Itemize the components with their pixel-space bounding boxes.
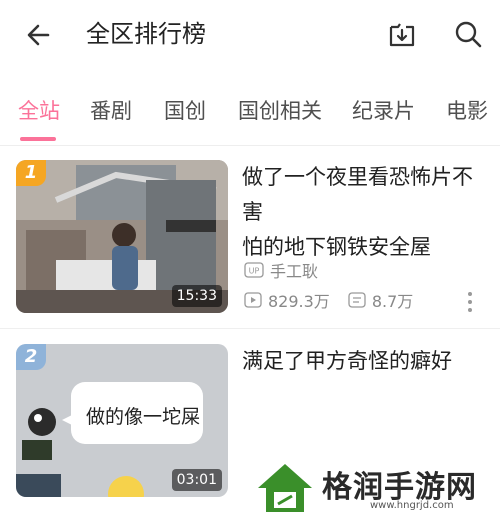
up-badge-icon: UP — [244, 262, 264, 278]
danmaku-icon — [348, 292, 366, 308]
tab-bangumi[interactable]: 番剧 — [90, 96, 132, 126]
site-url: www.hngrjd.com — [370, 500, 454, 511]
svg-text:UP: UP — [249, 267, 260, 276]
tab-all[interactable]: 全站 — [18, 96, 60, 126]
download-icon[interactable] — [386, 18, 418, 50]
author-row[interactable]: UP 手工耿 — [244, 258, 318, 282]
video-title-line1: 做了一个夜里看恐怖片不害 — [242, 165, 473, 224]
tabs-divider — [0, 145, 500, 146]
search-icon[interactable] — [452, 18, 484, 50]
video-thumbnail[interactable]: 1 15:33 — [16, 160, 228, 313]
rank-badge: 1 — [16, 160, 46, 186]
page-title: 全区排行榜 — [86, 20, 206, 48]
list-divider — [0, 328, 500, 329]
stats-row: 829.3万 8.7万 — [244, 288, 413, 312]
top-bar: 全区排行榜 — [0, 0, 500, 72]
video-title-line1: 满足了甲方奇怪的癖好 — [242, 349, 452, 373]
tab-documentary[interactable]: 纪录片 — [352, 96, 415, 126]
active-tab-indicator — [20, 137, 56, 141]
video-title[interactable]: 满足了甲方奇怪的癖好 — [242, 344, 490, 379]
play-count-icon — [244, 292, 262, 308]
author-name: 手工耿 — [270, 262, 319, 281]
view-count: 829.3万 — [268, 292, 330, 311]
site-logo-icon — [258, 464, 312, 512]
video-duration: 15:33 — [171, 285, 222, 307]
tab-guochuang-related[interactable]: 国创相关 — [238, 96, 322, 126]
tab-guochuang[interactable]: 国创 — [164, 96, 206, 126]
video-thumbnail[interactable]: 做的像一坨屎 2 03:01 — [16, 344, 228, 497]
thumbnail-caption: 做的像一坨屎 — [86, 406, 201, 428]
tab-movie[interactable]: 电影 — [446, 96, 488, 126]
rank-badge: 2 — [16, 344, 46, 370]
back-arrow-icon[interactable] — [24, 20, 54, 50]
category-tabs: 全站 番剧 国创 国创相关 纪录片 电影 — [0, 88, 500, 138]
video-duration: 03:01 — [171, 469, 222, 491]
video-title[interactable]: 做了一个夜里看恐怖片不害 怕的地下钢铁安全屋 — [242, 160, 490, 265]
danmaku-count: 8.7万 — [371, 292, 414, 311]
more-options-icon[interactable] — [464, 290, 476, 314]
